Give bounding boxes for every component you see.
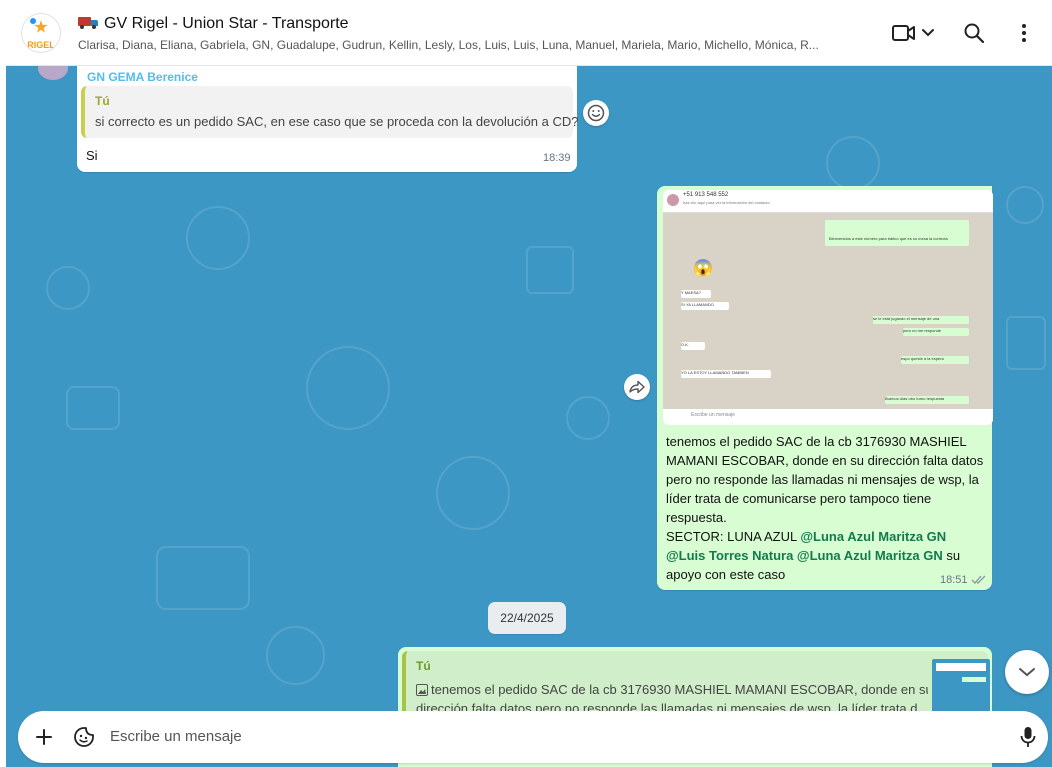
wallpaper-doodle: [186, 206, 250, 270]
image-composer: Escribe un mensaje: [663, 409, 993, 425]
scroll-to-bottom-button[interactable]: [1005, 650, 1049, 694]
video-call-button[interactable]: [890, 20, 938, 46]
image-subtitle: haz clic aquí para ver la información de…: [683, 200, 770, 205]
wallpaper-doodle: [266, 626, 325, 685]
wallpaper-doodle: [436, 456, 510, 530]
message-input[interactable]: Escribe un mensaje: [110, 728, 242, 745]
sticker-icon: [74, 727, 94, 747]
emoji-icon: [587, 104, 605, 122]
wallpaper-doodle: [46, 266, 90, 310]
avatar-logo-text: RIGEL: [27, 40, 55, 50]
image-icon: [416, 684, 428, 696]
message-composer[interactable]: Escribe un mensaje: [18, 711, 1048, 763]
outgoing-image-message[interactable]: +51 913 548 552 haz clic aquí para ver l…: [657, 186, 993, 590]
search-button[interactable]: [961, 20, 987, 46]
message-text: tenemos el pedido SAC de la cb 3176930 M…: [666, 434, 984, 582]
star-icon: [34, 20, 48, 33]
double-check-icon: [971, 575, 986, 584]
attach-button[interactable]: [31, 724, 57, 750]
whatsapp-window: RIGEL GV Rigel - Union Star - Transporte…: [6, 0, 1052, 767]
wallpaper-doodle: [526, 246, 574, 294]
kebab-menu-icon: [1022, 24, 1026, 42]
incoming-message[interactable]: GN GEMA Berenice Tú si correcto es un pe…: [77, 66, 578, 172]
message-time: 18:51: [940, 574, 968, 586]
chat-header[interactable]: RIGEL GV Rigel - Union Star - Transporte…: [6, 0, 1052, 66]
chat-area[interactable]: GN GEMA Berenice Tú si correcto es un pe…: [6, 66, 1052, 767]
image-bubble: Bienvenidos a este número para tráfico q…: [825, 220, 969, 246]
mention-link[interactable]: @Luis Torres Natura: [666, 548, 793, 563]
microphone-icon: [1020, 727, 1036, 747]
menu-button[interactable]: [1012, 20, 1036, 46]
react-button[interactable]: [583, 100, 609, 126]
forward-icon: [629, 380, 645, 394]
quoted-sender: Tú: [416, 659, 431, 673]
wallpaper-doodle: [66, 386, 120, 430]
image-emoji: 😱: [693, 260, 713, 277]
group-avatar[interactable]: RIGEL: [21, 13, 61, 53]
mention-link[interactable]: @Luna Azul Maritza GN: [800, 529, 946, 544]
mention-link[interactable]: @Luna Azul Maritza GN: [797, 548, 943, 563]
wallpaper-doodle: [1006, 316, 1046, 370]
wallpaper-doodle: [1006, 186, 1044, 224]
group-title[interactable]: GV Rigel - Union Star - Transporte: [78, 15, 349, 33]
date-separator: 22/4/2025: [488, 602, 566, 634]
quoted-thumbnail: [932, 659, 990, 719]
forward-button[interactable]: [624, 374, 650, 400]
wallpaper-doodle: [566, 396, 610, 440]
image-avatar: [667, 194, 679, 206]
truck-icon: [78, 17, 98, 29]
sticker-button[interactable]: [71, 724, 97, 750]
chevron-down-icon: [1019, 668, 1035, 677]
quoted-text: si correcto es un pedido SAC, en ese cas…: [95, 114, 579, 129]
sender-name[interactable]: GN GEMA Berenice: [87, 70, 198, 84]
quoted-message[interactable]: Tú si correcto es un pedido SAC, en ese …: [81, 86, 578, 138]
wallpaper-doodle: [306, 346, 390, 430]
voice-message-button[interactable]: [1015, 724, 1041, 750]
quoted-text: tenemos el pedido SAC de la cb 3176930 M…: [416, 682, 928, 697]
video-camera-icon: [892, 25, 934, 41]
quoted-sender: Tú: [95, 94, 110, 108]
message-time: 18:39: [543, 152, 571, 164]
plus-icon: [36, 729, 52, 745]
image-chat-header: +51 913 548 552 haz clic aquí para ver l…: [663, 190, 993, 213]
group-members[interactable]: Clarisa, Diana, Eliana, Gabriela, GN, Gu…: [78, 38, 858, 52]
quoted-message[interactable]: Tú tenemos el pedido SAC de la cb 317693…: [402, 651, 990, 719]
message-text: Si: [86, 148, 98, 163]
sender-avatar[interactable]: [38, 66, 68, 80]
search-icon: [964, 23, 985, 44]
message-image[interactable]: +51 913 548 552 haz clic aquí para ver l…: [663, 190, 993, 425]
image-phone: +51 913 548 552: [683, 192, 729, 198]
wallpaper-doodle: [156, 546, 250, 610]
wallpaper-doodle: [826, 136, 880, 190]
avatar-dot: [30, 18, 36, 24]
group-title-text: GV Rigel - Union Star - Transporte: [104, 15, 349, 32]
